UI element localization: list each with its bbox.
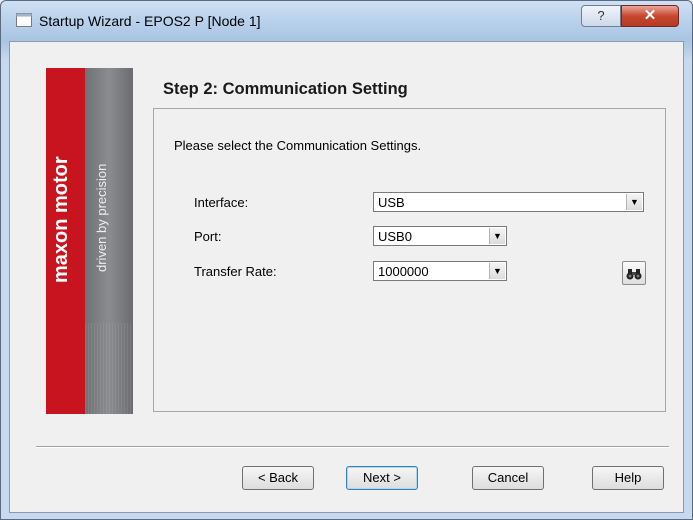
interface-value: USB — [378, 195, 405, 210]
close-button[interactable]: ✕ — [621, 5, 679, 27]
logo-tagline-text: driven by precision — [94, 163, 109, 272]
transfer-rate-select[interactable]: 1000000 ▼ — [373, 261, 507, 281]
help-title-button[interactable]: ? — [581, 5, 621, 27]
transfer-rate-label: Transfer Rate: — [194, 264, 277, 279]
wizard-window: Startup Wizard - EPOS2 P [Node 1] ? ✕ ma… — [0, 0, 693, 520]
chevron-down-icon[interactable]: ▼ — [626, 194, 642, 210]
help-button[interactable]: Help — [592, 466, 664, 490]
next-button[interactable]: Next > — [346, 466, 418, 490]
search-devices-button[interactable] — [622, 261, 646, 285]
separator-line — [36, 446, 669, 448]
chevron-down-icon[interactable]: ▼ — [489, 263, 505, 279]
back-button[interactable]: < Back — [242, 466, 314, 490]
cancel-button[interactable]: Cancel — [472, 466, 544, 490]
logo-brand-text: maxon motor — [50, 156, 72, 283]
app-window-icon — [16, 13, 32, 27]
port-label: Port: — [194, 229, 222, 244]
transfer-rate-value: 1000000 — [378, 264, 429, 279]
instruction-text: Please select the Communication Settings… — [174, 138, 422, 153]
window-title: Startup Wizard - EPOS2 P [Node 1] — [39, 13, 261, 29]
chevron-down-icon[interactable]: ▼ — [489, 228, 505, 244]
logo-grey-stripe — [85, 68, 133, 414]
interface-select[interactable]: USB ▼ — [373, 192, 644, 212]
port-value: USB0 — [378, 229, 412, 244]
title-bar[interactable]: Startup Wizard - EPOS2 P [Node 1] ? ✕ — [1, 1, 692, 41]
port-select[interactable]: USB0 ▼ — [373, 226, 507, 246]
binoculars-icon — [626, 268, 642, 280]
wizard-client-area: maxon motor driven by precision Step 2: … — [9, 41, 684, 513]
interface-label: Interface: — [194, 195, 249, 210]
communication-settings-panel: Please select the Communication Settings… — [153, 108, 666, 412]
step-title: Step 2: Communication Setting — [163, 80, 408, 98]
maxon-logo-banner: maxon motor driven by precision — [46, 68, 133, 414]
